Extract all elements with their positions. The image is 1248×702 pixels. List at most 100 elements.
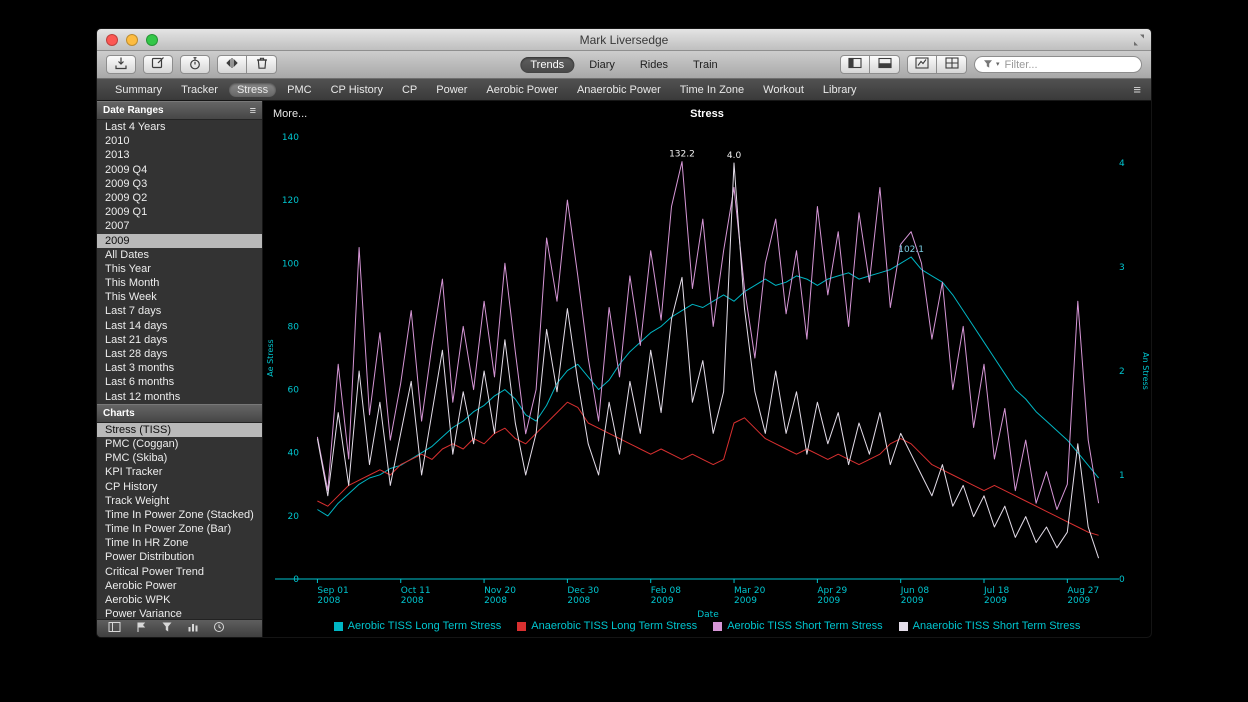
- sidebar-panel-icon[interactable]: [108, 620, 121, 638]
- chart-tab[interactable]: CP History: [323, 83, 391, 97]
- chart-list-item[interactable]: KPI Tracker: [97, 465, 262, 479]
- filter-funnel-icon: [983, 56, 993, 74]
- filter-dropdown-icon[interactable]: ▾: [996, 61, 1000, 68]
- chart-list-item[interactable]: Power Distribution: [97, 550, 262, 564]
- tabbar-menu-icon[interactable]: ≡: [1133, 82, 1141, 97]
- chart-tab[interactable]: Time In Zone: [672, 83, 752, 97]
- chart-legend: Aerobic TISS Long Term Stress Anaerobic …: [263, 620, 1151, 632]
- legend-item[interactable]: Anaerobic TISS Long Term Stress: [517, 620, 697, 632]
- legend-label: Anaerobic TISS Short Term Stress: [913, 620, 1081, 632]
- view-switch-button[interactable]: Rides: [630, 57, 678, 73]
- svg-text:Mar 20: Mar 20: [734, 586, 766, 596]
- date-range-item[interactable]: 2009: [97, 234, 262, 248]
- date-range-item[interactable]: 2009 Q3: [97, 177, 262, 191]
- chart-tab[interactable]: PMC: [279, 83, 319, 97]
- filter-input[interactable]: [1003, 58, 1133, 72]
- date-range-item[interactable]: 2010: [97, 134, 262, 148]
- svg-text:2009: 2009: [984, 596, 1007, 606]
- svg-text:2009: 2009: [651, 596, 674, 606]
- view-switch-button[interactable]: Diary: [579, 57, 625, 73]
- legend-item[interactable]: Aerobic TISS Long Term Stress: [334, 620, 502, 632]
- panel-toggle-group: [840, 55, 900, 74]
- date-range-item[interactable]: 2009 Q4: [97, 163, 262, 177]
- chart-list-item[interactable]: CP History: [97, 480, 262, 494]
- svg-text:Date: Date: [697, 610, 719, 620]
- bottombar-toggle-button[interactable]: [870, 55, 900, 74]
- chart-tab[interactable]: Aerobic Power: [478, 83, 566, 97]
- date-range-item[interactable]: This Year: [97, 262, 262, 276]
- trash-button[interactable]: [247, 55, 277, 74]
- chart-area: More... Stress Sep 012008Oct 112008Nov 2…: [262, 101, 1151, 637]
- chart-list-item[interactable]: Track Weight: [97, 494, 262, 508]
- filter-funnel-small-icon[interactable]: [161, 620, 173, 638]
- date-range-item[interactable]: Last 21 days: [97, 333, 262, 347]
- chart-tab[interactable]: Summary: [107, 83, 170, 97]
- chart-list-item[interactable]: Time In Power Zone (Bar): [97, 522, 262, 536]
- chart-tab[interactable]: Power: [428, 83, 475, 97]
- content-area: Date Ranges ≡ Last 4 Years201020132009 Q…: [97, 101, 1151, 637]
- date-range-item[interactable]: Last 12 months: [97, 390, 262, 404]
- window-titlebar[interactable]: Mark Liversedge: [97, 29, 1151, 51]
- chart-tab[interactable]: Library: [815, 83, 865, 97]
- chart-list-item[interactable]: PMC (Coggan): [97, 437, 262, 451]
- date-range-item[interactable]: Last 28 days: [97, 347, 262, 361]
- chart-list-item[interactable]: PMC (Skiba): [97, 451, 262, 465]
- chart-tab[interactable]: Anaerobic Power: [569, 83, 669, 97]
- date-ranges-header[interactable]: Date Ranges ≡: [97, 101, 262, 120]
- chart-list-item[interactable]: Critical Power Trend: [97, 565, 262, 579]
- chart-list-item[interactable]: Aerobic WPK: [97, 593, 262, 607]
- stopwatch-button[interactable]: [180, 55, 210, 74]
- date-range-item[interactable]: 2013: [97, 148, 262, 162]
- svg-text:1: 1: [1119, 471, 1125, 481]
- chart-view-button[interactable]: [907, 55, 937, 74]
- date-range-item[interactable]: This Week: [97, 290, 262, 304]
- date-range-item[interactable]: 2007: [97, 219, 262, 233]
- more-link[interactable]: More...: [273, 108, 307, 120]
- date-range-item[interactable]: Last 3 months: [97, 361, 262, 375]
- date-range-item[interactable]: Last 4 Years: [97, 120, 262, 134]
- date-range-item[interactable]: Last 14 days: [97, 319, 262, 333]
- date-range-item[interactable]: 2009 Q1: [97, 205, 262, 219]
- filter-field[interactable]: ▾: [974, 56, 1142, 73]
- tile-view-button[interactable]: [937, 55, 967, 74]
- date-ranges-menu-icon[interactable]: ≡: [250, 105, 256, 117]
- date-range-item[interactable]: This Month: [97, 276, 262, 290]
- export-button[interactable]: [106, 55, 136, 74]
- date-range-item[interactable]: 2009 Q2: [97, 191, 262, 205]
- zoom-button[interactable]: [146, 34, 158, 46]
- chart-list-item[interactable]: Aerobic Power: [97, 579, 262, 593]
- edit-icon: [150, 55, 166, 74]
- date-range-item[interactable]: All Dates: [97, 248, 262, 262]
- date-range-item[interactable]: Last 6 months: [97, 375, 262, 389]
- edit-button[interactable]: [143, 55, 173, 74]
- chart-tab[interactable]: Tracker: [173, 83, 226, 97]
- intervals-button[interactable]: [217, 55, 247, 74]
- minimize-button[interactable]: [126, 34, 138, 46]
- clock-icon[interactable]: [213, 620, 225, 638]
- chart-list-item[interactable]: Stress (TISS): [97, 423, 262, 437]
- date-ranges-list: Last 4 Years201020132009 Q42009 Q32009 Q…: [97, 120, 262, 404]
- chart-list-item[interactable]: Time In HR Zone: [97, 536, 262, 550]
- svg-text:2009: 2009: [817, 596, 840, 606]
- chart-tab[interactable]: Workout: [755, 83, 812, 97]
- chart-tab[interactable]: Stress: [229, 83, 276, 97]
- chart-list-item[interactable]: Time In Power Zone (Stacked): [97, 508, 262, 522]
- bar-chart-icon[interactable]: [187, 620, 199, 638]
- chart-tab-bar: SummaryTrackerStressPMC CP HistoryCPPower…: [97, 79, 1151, 101]
- close-button[interactable]: [106, 34, 118, 46]
- date-range-item[interactable]: Last 7 days: [97, 304, 262, 318]
- svg-text:Sep 01: Sep 01: [317, 586, 348, 596]
- legend-item[interactable]: Aerobic TISS Short Term Stress: [713, 620, 882, 632]
- charts-header[interactable]: Charts: [97, 404, 262, 423]
- bookmark-flag-icon[interactable]: [135, 620, 147, 638]
- chart-tab[interactable]: CP: [394, 83, 425, 97]
- svg-text:140: 140: [282, 133, 299, 143]
- view-switch-button[interactable]: Trends: [520, 57, 574, 73]
- stress-chart[interactable]: Sep 012008Oct 112008Nov 202008Dec 302008…: [263, 123, 1152, 633]
- view-switch-button[interactable]: Train: [683, 57, 728, 73]
- svg-text:0: 0: [293, 575, 299, 585]
- legend-item[interactable]: Anaerobic TISS Short Term Stress: [899, 620, 1081, 632]
- sidebar-toggle-button[interactable]: [840, 55, 870, 74]
- svg-text:Aug 27: Aug 27: [1067, 586, 1099, 596]
- fullscreen-icon[interactable]: [1133, 33, 1145, 51]
